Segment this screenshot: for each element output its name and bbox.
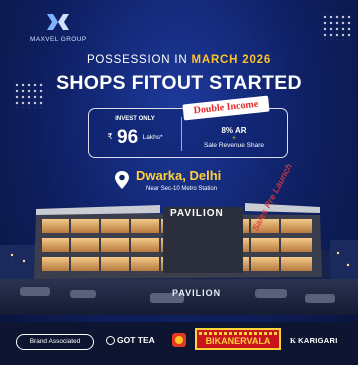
brand-associated-pill: Brand Associated [16,334,94,350]
possession-date: MARCH 2026 [191,54,272,66]
possession-line: POSSESSION IN MARCH 2026 [0,54,358,66]
maxvel-logo: MAXVEL GROUP [30,12,86,43]
mv-logo-icon [47,14,69,30]
assured-return: 8% AR [221,126,247,135]
map-pin-icon [115,171,129,189]
got-tea-name: GOT TEA [117,335,155,345]
currency-symbol: ₹ [107,132,113,141]
price-amount: 96 [117,127,139,148]
bikanervala-name: BIKANERVALA [205,336,271,346]
advertisement-creative: MAXVEL GROUP POSSESSION IN MARCH 2026 SH… [0,0,358,365]
restaurant-logo-icon [172,333,186,347]
invest-label: INVEST ONLY [115,116,155,122]
karigari-name: KARIGARI [298,336,338,345]
price: ₹ 96 Lakhs* [89,127,181,149]
building-sign-top: PAVILION [170,208,224,219]
possession-prefix: POSSESSION IN [86,54,192,66]
location-name: Dwarka, Delhi [136,168,222,183]
revenue-share: Sale Revenue Share [204,142,264,149]
karigari-mark-icon: K [290,336,297,345]
location-near: Near Sec-10 Metro Station [146,186,218,192]
got-tea-icon [106,336,115,345]
main-headline: SHOPS FITOUT STARTED [56,72,302,94]
decorative-dot-grid [322,14,352,40]
karigari-logo: K KARIGARI [290,336,338,345]
bikanervala-logo: BIKANERVALA [195,328,281,350]
building-sign-bottom: PAVILION [172,288,222,298]
plus-sign: + [231,135,237,142]
logo-brand-name: MAXVEL GROUP [30,36,87,43]
got-tea-logo: GOT TEA [106,335,155,345]
price-unit: Lakhs* [142,134,163,141]
